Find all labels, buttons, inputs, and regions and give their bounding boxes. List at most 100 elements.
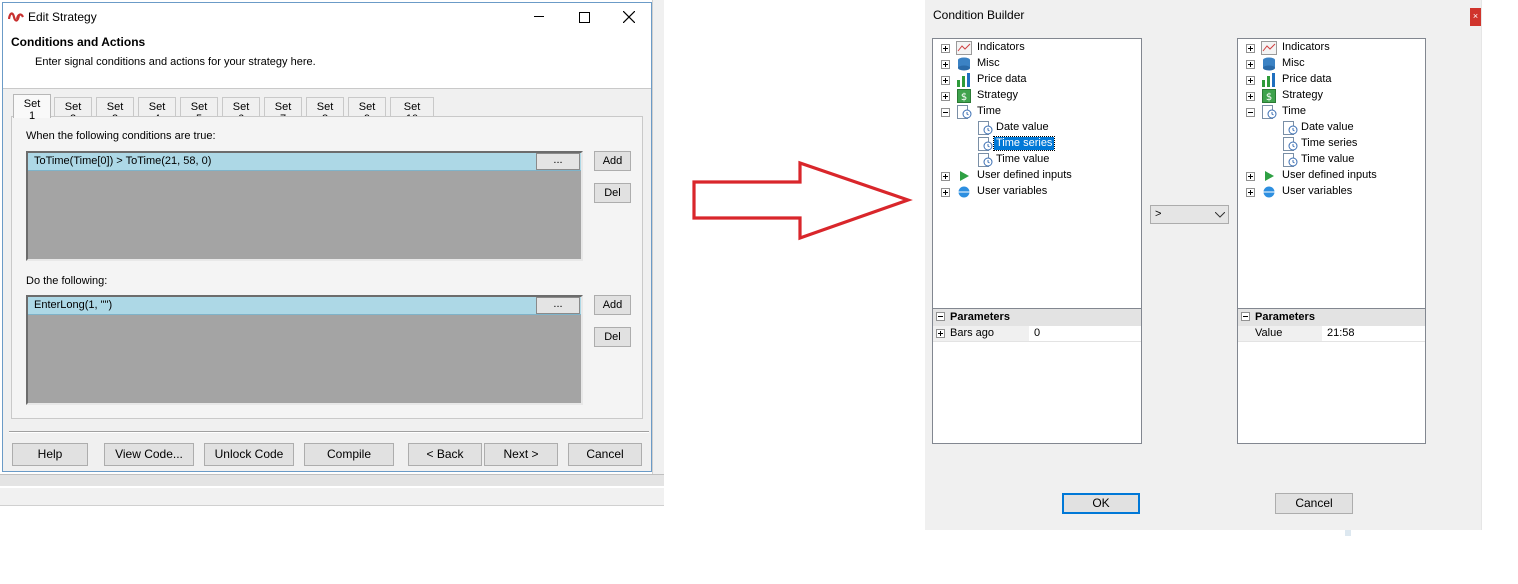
tree-item-price-data[interactable]: Price data	[933, 72, 1141, 88]
background-window-strip	[0, 488, 664, 506]
cancel-button[interactable]: Cancel	[1275, 493, 1353, 514]
unlock-code-button[interactable]: Unlock Code	[204, 443, 294, 466]
minimize-button[interactable]	[524, 6, 554, 28]
indicators-icon	[1261, 41, 1277, 55]
tab-set-6[interactable]: Set 6	[222, 97, 260, 125]
tree-item-time[interactable]: Time	[933, 104, 1141, 120]
clock-document-icon	[1262, 105, 1277, 119]
collapse-icon[interactable]	[941, 108, 950, 117]
tab-set-1[interactable]: Set 1	[13, 94, 51, 122]
collapse-icon[interactable]	[1246, 108, 1255, 117]
expand-icon[interactable]	[941, 60, 950, 69]
clock-document-icon	[978, 121, 993, 135]
tab-set-2[interactable]: Set 2	[54, 97, 92, 125]
add-action-button[interactable]: Add	[594, 295, 631, 315]
tree-item-strategy[interactable]: $ Strategy	[933, 88, 1141, 104]
tab-set-8[interactable]: Set 8	[306, 97, 344, 125]
operator-select[interactable]: >	[1150, 205, 1229, 224]
tree-item-time-value[interactable]: Time value	[1238, 152, 1425, 168]
tab-set-5[interactable]: Set 5	[180, 97, 218, 125]
tab-set-3[interactable]: Set 3	[96, 97, 134, 125]
tree-item-label: Price data	[1282, 73, 1332, 85]
next-button[interactable]: Next >	[484, 443, 558, 466]
tree-item-label: User variables	[1282, 185, 1353, 197]
parameters-grid: Parameters Value 21:58	[1238, 308, 1425, 443]
globe-icon	[958, 186, 970, 198]
parameters-header[interactable]: Parameters	[933, 309, 1141, 326]
close-button[interactable]	[614, 6, 644, 28]
back-button[interactable]: < Back	[408, 443, 482, 466]
conditions-list[interactable]: ToTime(Time[0]) > ToTime(21, 58, 0) ...	[26, 151, 583, 261]
tree-item-user-variables[interactable]: User variables	[933, 184, 1141, 200]
left-expression-tree[interactable]: Indicators Misc Price data $ Strategy Ti…	[932, 38, 1142, 444]
parameter-value[interactable]: 21:58	[1327, 327, 1355, 339]
cancel-button[interactable]: Cancel	[568, 443, 642, 466]
tree-item-time-series[interactable]: Time series	[933, 136, 1141, 152]
tree-item-user-variables[interactable]: User variables	[1238, 184, 1425, 200]
list-item[interactable]: EnterLong(1, "") ...	[28, 297, 581, 315]
collapse-icon[interactable]	[1241, 312, 1250, 321]
tab-set-4[interactable]: Set 4	[138, 97, 176, 125]
expand-icon[interactable]	[1246, 172, 1255, 181]
tree-item-time-series[interactable]: Time series	[1238, 136, 1425, 152]
expand-icon[interactable]	[936, 329, 945, 338]
tree-item-indicators[interactable]: Indicators	[933, 40, 1141, 56]
ok-button[interactable]: OK	[1062, 493, 1140, 514]
parameter-row[interactable]: Bars ago 0	[933, 326, 1141, 342]
help-button[interactable]: Help	[12, 443, 88, 466]
expand-icon[interactable]	[941, 92, 950, 101]
list-item[interactable]: ToTime(Time[0]) > ToTime(21, 58, 0) ...	[28, 153, 581, 171]
database-icon	[958, 57, 970, 71]
parameter-row[interactable]: Value 21:58	[1238, 326, 1425, 342]
tree-item-label: Strategy	[977, 89, 1018, 101]
tree-item-misc[interactable]: Misc	[933, 56, 1141, 72]
expand-icon[interactable]	[1246, 188, 1255, 197]
svg-text:$: $	[961, 92, 967, 103]
add-condition-button[interactable]: Add	[594, 151, 631, 171]
tree-item-label: Strategy	[1282, 89, 1323, 101]
compile-button[interactable]: Compile	[304, 443, 394, 466]
expand-icon[interactable]	[941, 188, 950, 197]
database-icon	[1263, 57, 1275, 71]
delete-action-button[interactable]: Del	[594, 327, 631, 347]
edit-action-button[interactable]: ...	[536, 297, 580, 314]
parameter-key-cell: Value	[1238, 326, 1322, 341]
view-code-button[interactable]: View Code...	[104, 443, 194, 466]
title-bar: Edit Strategy	[3, 3, 651, 31]
tab-set-10[interactable]: Set 10	[390, 97, 434, 125]
actions-list[interactable]: EnterLong(1, "") ...	[26, 295, 583, 405]
tree-item-strategy[interactable]: $ Strategy	[1238, 88, 1425, 104]
edit-strategy-window: Edit Strategy Conditions and Actions Ent…	[2, 2, 652, 472]
expand-icon[interactable]	[941, 76, 950, 85]
tree-item-time-value[interactable]: Time value	[933, 152, 1141, 168]
expand-icon[interactable]	[941, 44, 950, 53]
expand-icon[interactable]	[1246, 92, 1255, 101]
tree-item-user-defined-inputs[interactable]: User defined inputs	[1238, 168, 1425, 184]
tree-item-time[interactable]: Time	[1238, 104, 1425, 120]
tree-item-price-data[interactable]: Price data	[1238, 72, 1425, 88]
delete-condition-button[interactable]: Del	[594, 183, 631, 203]
right-expression-tree[interactable]: Indicators Misc Price data $ Strategy Ti…	[1237, 38, 1426, 444]
tab-set-7[interactable]: Set 7	[264, 97, 302, 125]
expand-icon[interactable]	[1246, 76, 1255, 85]
tree-item-misc[interactable]: Misc	[1238, 56, 1425, 72]
parameters-header[interactable]: Parameters	[1238, 309, 1425, 326]
tree-item-indicators[interactable]: Indicators	[1238, 40, 1425, 56]
chevron-down-icon	[1215, 212, 1225, 218]
indicators-icon	[956, 41, 972, 55]
parameter-value[interactable]: 0	[1034, 327, 1040, 339]
clock-document-icon	[1283, 137, 1298, 151]
expand-icon[interactable]	[941, 172, 950, 181]
condition-builder-dialog: Condition Builder × Indicators Misc Pric…	[925, 0, 1481, 530]
tree-item-date-value[interactable]: Date value	[1238, 120, 1425, 136]
collapse-icon[interactable]	[936, 312, 945, 321]
expand-icon[interactable]	[1246, 44, 1255, 53]
tab-set-9[interactable]: Set 9	[348, 97, 386, 125]
maximize-button[interactable]	[569, 6, 599, 28]
tree-item-date-value[interactable]: Date value	[933, 120, 1141, 136]
expand-icon[interactable]	[1246, 60, 1255, 69]
edit-condition-button[interactable]: ...	[536, 153, 580, 170]
tree-item-user-defined-inputs[interactable]: User defined inputs	[933, 168, 1141, 184]
close-button[interactable]: ×	[1470, 8, 1481, 26]
right-arrow-icon	[692, 160, 913, 241]
